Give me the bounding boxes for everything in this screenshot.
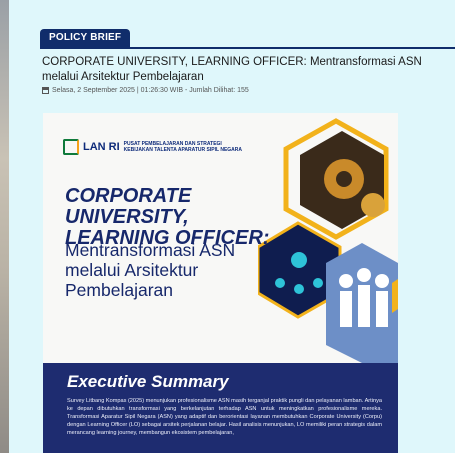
executive-summary-panel: Executive Summary Survey Litbang Kompas …: [43, 363, 398, 453]
article-title: CORPORATE UNIVERSITY, LEARNING OFFICER: …: [42, 56, 422, 83]
article-meta-text: Selasa, 2 September 2025 | 01:26:30 WIB …: [52, 87, 249, 94]
lan-ri-logo: LAN RI PUSAT PEMBELAJARAN DAN STRATEGI K…: [63, 139, 244, 155]
left-edge-strip: [0, 0, 9, 453]
article-meta: Selasa, 2 September 2025 | 01:26:30 WIB …: [42, 87, 249, 94]
policy-brief-poster[interactable]: LAN RI PUSAT PEMBELAJARAN DAN STRATEGI K…: [43, 113, 398, 453]
logo-mark-icon: [63, 139, 79, 155]
executive-summary-text: Survey Litbang Kompas (2025) menunjukan …: [67, 398, 382, 436]
section-divider: [40, 47, 455, 49]
poster-subheading: Mentransformasi ASN melalui Arsitektur P…: [65, 240, 236, 300]
logo-subtitle: PUSAT PEMBELAJARAN DAN STRATEGI KEBIJAKA…: [123, 141, 243, 153]
page-content: POLICY BRIEF CORPORATE UNIVERSITY, LEARN…: [9, 0, 455, 453]
calendar-icon: [42, 87, 49, 94]
logo-text: LAN RI: [83, 141, 120, 153]
executive-summary-title: Executive Summary: [67, 372, 229, 391]
section-tab-policy-brief[interactable]: POLICY BRIEF: [40, 29, 131, 47]
